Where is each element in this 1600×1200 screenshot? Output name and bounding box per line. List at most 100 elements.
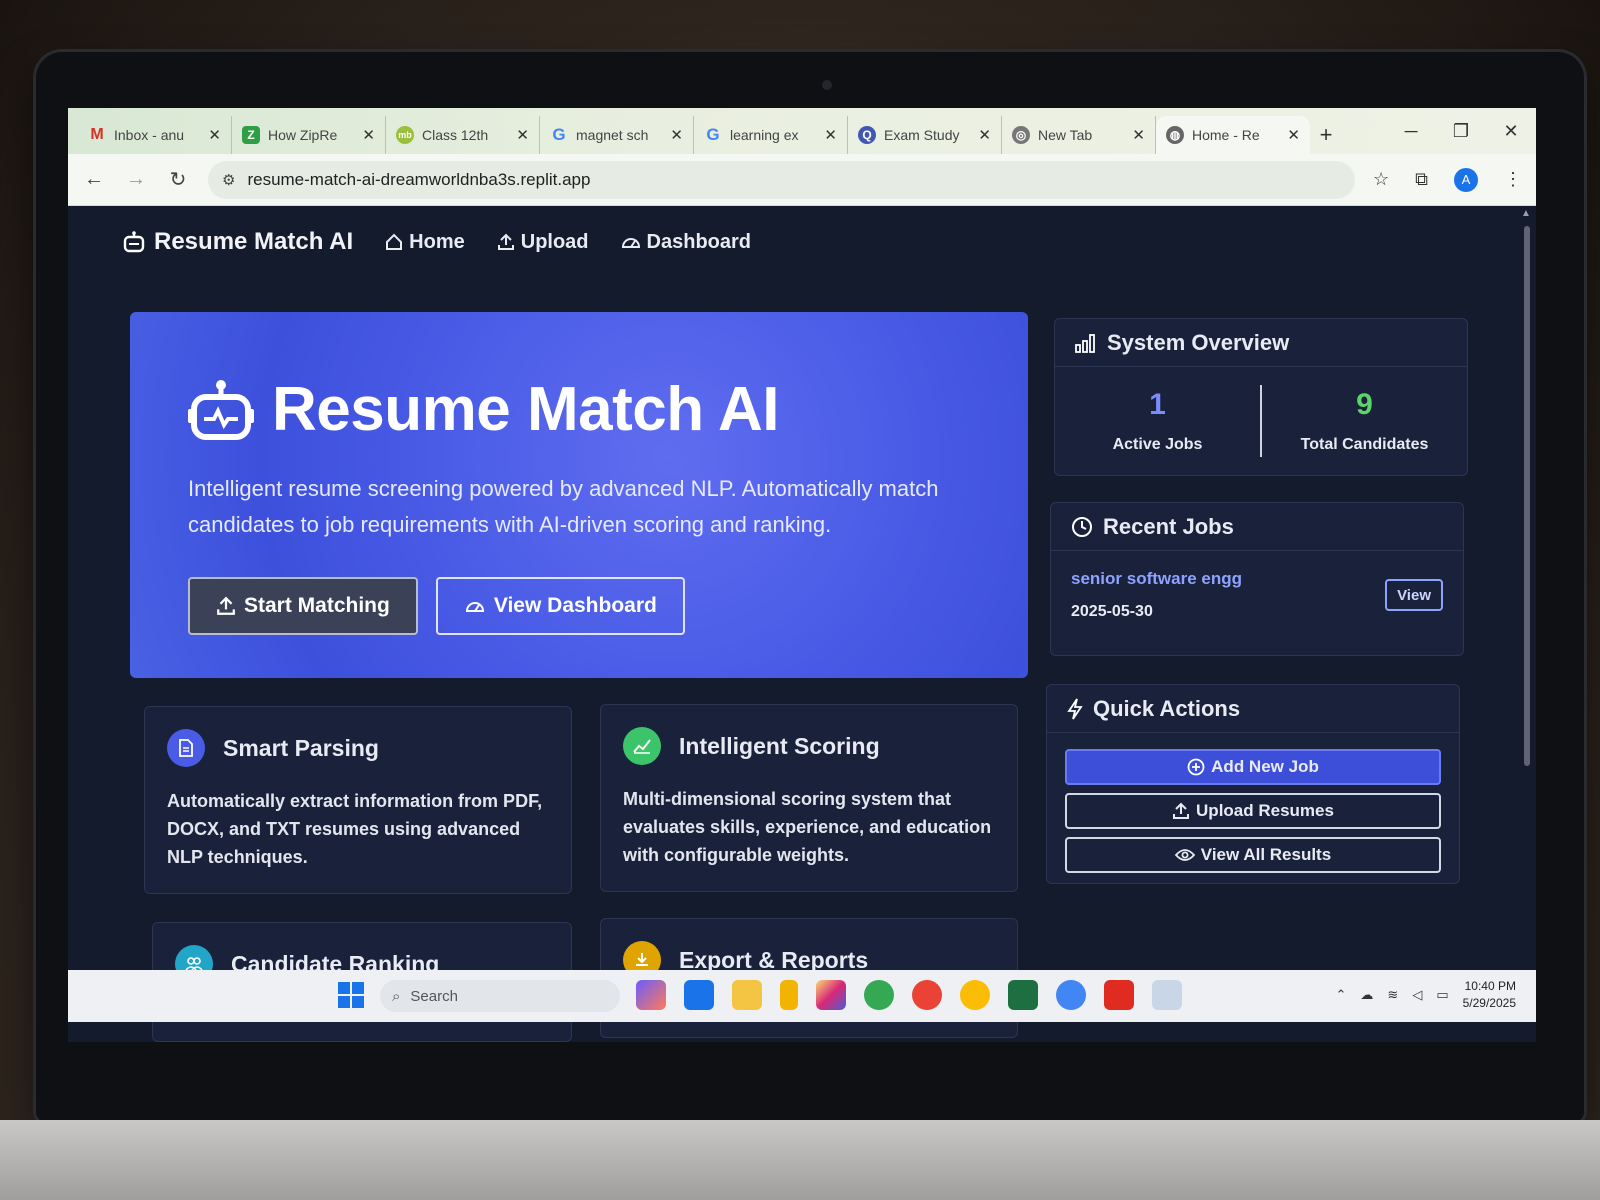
copilot-icon[interactable]	[636, 980, 666, 1010]
upload-icon	[216, 596, 236, 616]
job-list-item[interactable]: senior software engg 2025-05-30 View	[1051, 551, 1463, 639]
job-info: senior software engg 2025-05-30	[1071, 569, 1242, 621]
taskbar-search[interactable]: ⌕ Search	[380, 980, 620, 1012]
hero-title: Resume Match AI	[272, 375, 780, 444]
browser-tab[interactable]: G learning ex ✕	[694, 116, 848, 154]
hero-banner: Resume Match AI Intelligent resume scree…	[130, 312, 1028, 678]
job-title[interactable]: senior software engg	[1071, 569, 1242, 589]
system-clock[interactable]: 10:40 PM 5/29/2025	[1463, 978, 1516, 1012]
browser-tab[interactable]: Q Exam Study ✕	[848, 116, 1002, 154]
browser-tab-active[interactable]: ◍ Home - Re ✕	[1156, 116, 1310, 154]
active-jobs-count: 1	[1149, 388, 1166, 421]
chrome-icon[interactable]	[960, 980, 990, 1010]
close-window-icon[interactable]: ✕	[1486, 108, 1536, 154]
upload-resumes-button[interactable]: Upload Resumes	[1065, 793, 1441, 829]
chrome-icon: ◎	[1012, 126, 1030, 144]
profile-avatar[interactable]: A	[1454, 167, 1478, 192]
view-all-results-button[interactable]: View All Results	[1065, 837, 1441, 873]
site-brand[interactable]: Resume Match AI	[122, 228, 353, 256]
browser-tab[interactable]: G magnet sch ✕	[540, 116, 694, 154]
quick-actions-title: Quick Actions	[1093, 695, 1241, 721]
browser-tab[interactable]: ◎ New Tab ✕	[1002, 116, 1156, 154]
new-tab-button[interactable]: +	[1310, 116, 1342, 154]
feature-card-intelligent-scoring: Intelligent Scoring Multi-dimensional sc…	[600, 704, 1018, 892]
job-date: 2025-05-30	[1071, 603, 1153, 620]
nav-home[interactable]: Home	[385, 231, 465, 254]
add-new-job-button[interactable]: Add New Job	[1065, 749, 1441, 785]
battery-icon[interactable]: ▭	[1436, 987, 1448, 1003]
back-icon[interactable]: ←	[82, 168, 106, 191]
power-bi-icon[interactable]	[780, 980, 798, 1010]
dashboard-icon	[621, 233, 641, 251]
chrome-icon[interactable]	[864, 980, 894, 1010]
site-navbar: Resume Match AI Home Upload Dashboard	[68, 206, 1536, 278]
close-tab-icon[interactable]: ✕	[208, 126, 221, 144]
tab-title: learning ex	[730, 127, 799, 143]
bookmark-star-icon[interactable]: ☆	[1373, 169, 1389, 190]
snipping-tool-icon[interactable]	[1152, 980, 1182, 1010]
hero-description: Intelligent resume screening powered by …	[188, 476, 939, 537]
tab-title: Home - Re	[1192, 127, 1260, 143]
browser-tab[interactable]: M Inbox - anu ✕	[78, 116, 232, 154]
page-scrollbar[interactable]: ▲ ▼	[1518, 206, 1536, 986]
tab-search-icon[interactable]: ⧉	[1415, 169, 1428, 190]
add-new-job-label: Add New Job	[1211, 757, 1319, 776]
close-tab-icon[interactable]: ✕	[978, 126, 991, 144]
dashboard-icon	[464, 597, 486, 615]
excel-icon[interactable]	[1008, 980, 1038, 1010]
restore-icon[interactable]: ❐	[1436, 108, 1486, 154]
view-dashboard-button[interactable]: View Dashboard	[435, 577, 685, 635]
stat-active-jobs: 1 Active Jobs	[1055, 367, 1260, 475]
nav-dashboard[interactable]: Dashboard	[621, 231, 751, 254]
file-explorer-icon[interactable]	[732, 980, 762, 1010]
site-settings-icon[interactable]: ⚙	[222, 171, 235, 189]
close-tab-icon[interactable]: ✕	[516, 126, 529, 144]
robot-icon	[188, 379, 254, 441]
card-header: System Overview	[1055, 319, 1467, 367]
feature-description: Automatically extract information from P…	[167, 791, 543, 867]
feature-header: Smart Parsing	[167, 729, 549, 767]
chrome-icon[interactable]	[1056, 980, 1086, 1010]
screen: M Inbox - anu ✕ Z How ZipRe ✕ mb Class 1…	[68, 108, 1536, 1042]
webcam	[822, 80, 832, 90]
forward-icon[interactable]: →	[124, 168, 148, 191]
reload-icon[interactable]: ↻	[166, 167, 190, 192]
nav-upload[interactable]: Upload	[497, 231, 589, 254]
tab-title: magnet sch	[576, 127, 649, 143]
windows-start-icon[interactable]	[338, 982, 364, 1013]
menu-kebab-icon[interactable]: ⋮	[1504, 169, 1522, 190]
chrome-icon[interactable]	[912, 980, 942, 1010]
tab-title: Class 12th	[422, 127, 489, 143]
cloud-icon[interactable]: ☁	[1360, 987, 1373, 1003]
overview-title: System Overview	[1107, 329, 1290, 355]
start-matching-label: Start Matching	[244, 594, 390, 617]
scrollbar-thumb[interactable]	[1524, 226, 1530, 766]
minimize-icon[interactable]: ─	[1386, 108, 1436, 154]
close-tab-icon[interactable]: ✕	[1287, 126, 1300, 144]
browser-tab[interactable]: Z How ZipRe ✕	[232, 116, 386, 154]
active-jobs-label: Active Jobs	[1112, 436, 1203, 453]
instagram-icon[interactable]	[816, 980, 846, 1010]
view-all-results-label: View All Results	[1200, 845, 1332, 864]
scroll-up-icon[interactable]: ▲	[1521, 208, 1531, 219]
store-icon[interactable]	[684, 980, 714, 1010]
address-bar[interactable]: ⚙ resume-match-ai-dreamworldnba3s.replit…	[208, 160, 1355, 199]
quick-actions-list: Add New Job Upload Resumes View All Resu…	[1047, 733, 1459, 889]
search-icon: ⌕	[392, 987, 401, 1005]
wifi-icon[interactable]: ≋	[1387, 987, 1398, 1003]
volume-icon[interactable]: ◁	[1412, 987, 1422, 1003]
close-tab-icon[interactable]: ✕	[362, 126, 375, 144]
url-text[interactable]: resume-match-ai-dreamworldnba3s.replit.a…	[247, 170, 590, 190]
nav-home-label: Home	[409, 230, 465, 253]
start-matching-button[interactable]: Start Matching	[188, 577, 418, 635]
view-job-button[interactable]: View	[1385, 579, 1443, 611]
chevron-up-icon[interactable]: ⌃	[1336, 987, 1347, 1003]
close-tab-icon[interactable]: ✕	[1132, 126, 1145, 144]
taskbar-search-placeholder: Search	[410, 987, 458, 1005]
web-page: Resume Match AI Home Upload Dashboard Re	[68, 206, 1536, 1042]
close-tab-icon[interactable]: ✕	[824, 126, 837, 144]
browser-tab[interactable]: mb Class 12th ✕	[386, 116, 540, 154]
total-candidates-label: Total Candidates	[1300, 436, 1429, 453]
close-tab-icon[interactable]: ✕	[670, 126, 683, 144]
acrobat-icon[interactable]	[1104, 980, 1134, 1010]
